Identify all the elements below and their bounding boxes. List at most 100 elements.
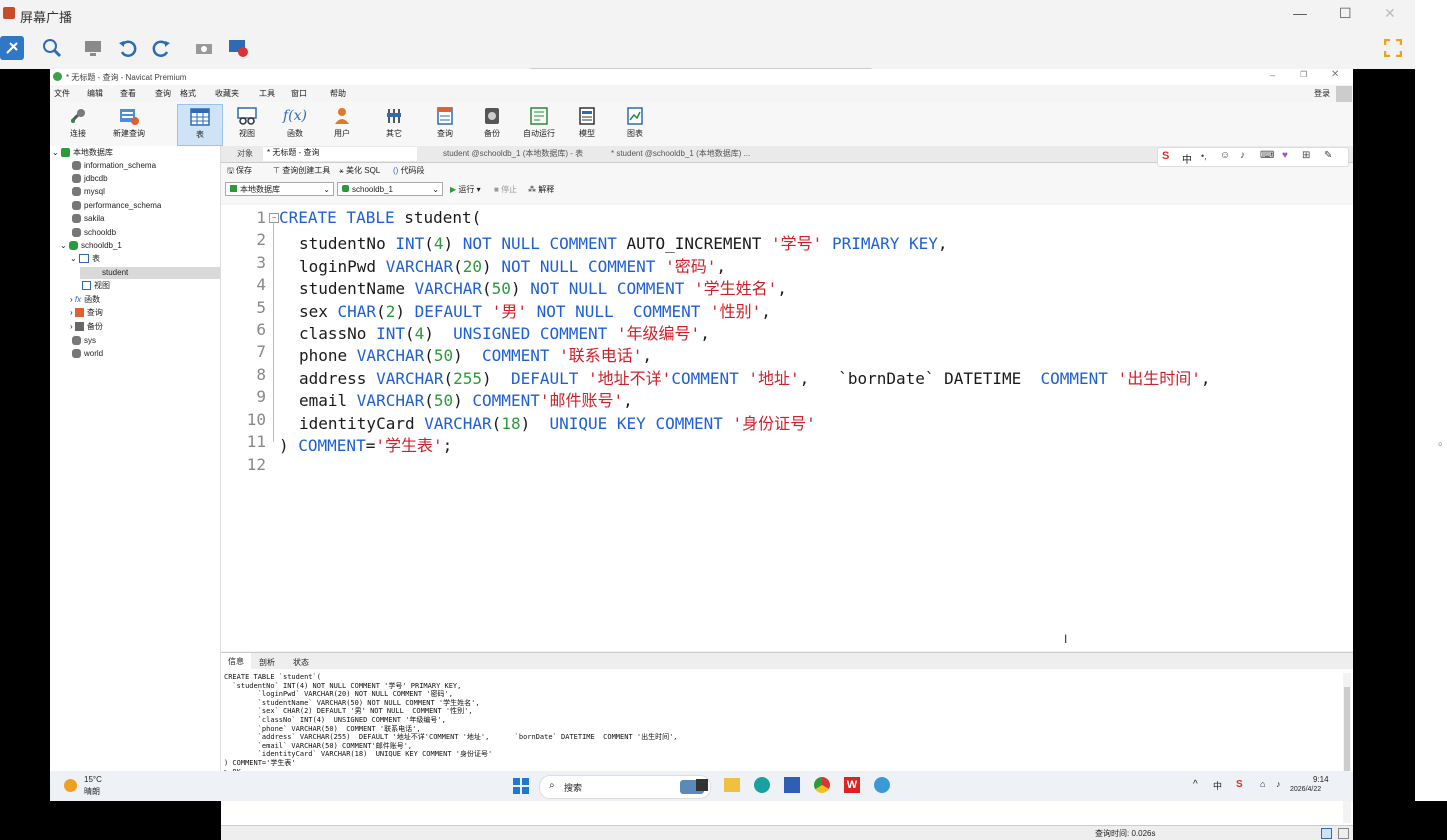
maximize-button[interactable]: ☐: [1339, 5, 1352, 22]
scrollbar-thumb[interactable]: [1344, 687, 1350, 779]
minimize-button[interactable]: —: [1293, 5, 1307, 21]
clock-time[interactable]: 9:14: [1313, 775, 1329, 784]
tree-tables[interactable]: ⌄ 表: [70, 253, 100, 265]
connection-select[interactable]: 本地数据库 ⌄: [225, 182, 334, 196]
volume-icon[interactable]: ♪: [1276, 779, 1281, 789]
emoji-icon[interactable]: ☺: [1220, 150, 1230, 161]
sogou-tray-icon[interactable]: S: [1236, 779, 1243, 790]
undo-icon[interactable]: [115, 36, 139, 60]
weather-temp[interactable]: 15°C: [84, 775, 102, 784]
edge-icon[interactable]: [754, 777, 770, 793]
keyboard-icon[interactable]: ⌨: [1260, 150, 1274, 161]
menu-edit[interactable]: 编辑: [87, 88, 103, 99]
toolbar-view[interactable]: 视图: [225, 104, 269, 144]
save-button[interactable]: 🖫 保存: [227, 165, 252, 179]
zoom-icon[interactable]: [40, 36, 64, 60]
menu-view[interactable]: 查看: [120, 88, 136, 99]
database-select[interactable]: schooldb_1 ⌄: [337, 182, 443, 196]
nav-maximize-button[interactable]: ❐: [1300, 70, 1307, 79]
tree-db-performance-schema[interactable]: performance_schema: [72, 200, 161, 212]
tree-table-student[interactable]: student: [80, 267, 220, 279]
tree-queries[interactable]: › 查询: [70, 307, 103, 319]
menu-file[interactable]: 文件: [54, 88, 70, 99]
tab-student-table[interactable]: student @schooldb_1 (本地数据库) - 表: [443, 148, 583, 161]
tree-db-world[interactable]: world: [72, 348, 103, 360]
toolbar-backup[interactable]: 备份: [470, 104, 514, 144]
mic-icon[interactable]: ♪: [1240, 150, 1245, 161]
record-icon[interactable]: [226, 36, 250, 60]
layout-split-icon[interactable]: [1321, 828, 1332, 839]
tree-views[interactable]: 视图: [82, 280, 110, 292]
tree-backups[interactable]: › 备份: [70, 321, 103, 333]
ime-lang[interactable]: 中: [1182, 151, 1192, 166]
sql-editor[interactable]: 1 2 3 4 5 6 7 8 9 10 11 12 − CREATE TABL…: [221, 205, 1353, 651]
result-output[interactable]: CREATE TABLE `student`( `studentNo` INT(…: [221, 669, 1353, 825]
sogou-icon[interactable]: S: [1162, 150, 1169, 162]
ime-indicator[interactable]: 中: [1213, 779, 1222, 792]
skin-icon[interactable]: ♥: [1282, 150, 1288, 161]
toolbar-query[interactable]: 查询: [423, 104, 467, 144]
close-button[interactable]: ✕: [1384, 5, 1396, 22]
menu-help[interactable]: 帮助: [330, 88, 346, 99]
tab-profile[interactable]: 剖析: [259, 657, 275, 668]
tree-db-jdbcdb[interactable]: jdbcdb: [72, 173, 108, 185]
punctuation-icon[interactable]: •,: [1201, 151, 1207, 161]
pin-icon[interactable]: [0, 36, 24, 60]
wps-icon[interactable]: W: [844, 777, 860, 793]
query-builder-button[interactable]: ⊤ 查询创建工具: [273, 165, 330, 176]
tree-db-schooldb-1[interactable]: ⌄ schooldb_1: [60, 240, 122, 252]
tree-db-mysql[interactable]: mysql: [72, 186, 105, 198]
menu-favorites[interactable]: 收藏夹: [215, 88, 239, 99]
tree-db-information-schema[interactable]: information_schema: [72, 160, 156, 172]
toolbar-table[interactable]: 表: [177, 104, 223, 146]
toolbar-new-query[interactable]: 新建查询: [107, 104, 151, 144]
explain-button[interactable]: ⁂ 解释: [528, 184, 554, 195]
tree-functions[interactable]: › fx 函数: [70, 294, 100, 306]
weather-sun-icon[interactable]: [64, 779, 77, 792]
clock-date[interactable]: 2026/4/22: [1290, 786, 1321, 793]
chrome-icon[interactable]: [814, 777, 830, 793]
nav-close-button[interactable]: ✕: [1331, 69, 1339, 80]
tab-status[interactable]: 状态: [293, 657, 309, 668]
run-button[interactable]: ▶ 运行 ▾: [450, 184, 481, 195]
task-view-icon[interactable]: [696, 779, 708, 791]
monitor-icon[interactable]: [81, 36, 105, 60]
network-icon[interactable]: ⌂: [1260, 779, 1265, 789]
tree-db-schooldb[interactable]: schooldb: [72, 227, 116, 239]
menu-window[interactable]: 窗口: [291, 88, 307, 99]
fullscreen-icon[interactable]: [1381, 36, 1405, 60]
fold-icon[interactable]: −: [269, 213, 279, 223]
snippet-button[interactable]: () 代码段: [393, 165, 425, 176]
toolbar-function[interactable]: f(x) 函数: [273, 104, 317, 144]
menu-format[interactable]: 格式: [180, 88, 196, 99]
tree-root[interactable]: ⌄ 本地数据库: [52, 147, 113, 159]
menu-query[interactable]: 查询: [155, 88, 171, 99]
tab-query[interactable]: * 无标题 - 查询: [263, 147, 417, 161]
more-icon[interactable]: ✎: [1324, 150, 1332, 161]
login-link[interactable]: 登录: [1314, 88, 1330, 99]
app-icon[interactable]: [874, 777, 890, 793]
store-icon[interactable]: [784, 777, 800, 793]
weather-text[interactable]: 晴朗: [84, 786, 100, 797]
tab-student-design[interactable]: * student @schooldb_1 (本地数据库) ...: [611, 148, 750, 161]
toolbar-user[interactable]: 用户: [320, 104, 364, 144]
camera-icon[interactable]: [192, 36, 216, 60]
redo-icon[interactable]: [150, 36, 174, 60]
beautify-sql-button[interactable]: ⚹ 美化 SQL: [339, 165, 380, 176]
layout-full-icon[interactable]: [1338, 828, 1349, 839]
toolbar-model[interactable]: 模型: [565, 104, 609, 144]
tab-objects[interactable]: 对象: [237, 148, 253, 161]
file-explorer-icon[interactable]: [724, 778, 740, 792]
menu-tools[interactable]: 工具: [259, 88, 275, 99]
grid-icon[interactable]: ⊞: [1302, 150, 1310, 161]
start-icon[interactable]: [513, 778, 529, 794]
toolbar-chart[interactable]: 图表: [613, 104, 657, 144]
toolbar-auto-run[interactable]: 自动运行: [517, 104, 561, 144]
chevron-up-icon[interactable]: ^: [1193, 779, 1198, 790]
toolbar-other[interactable]: 其它: [372, 104, 416, 144]
tab-info[interactable]: 信息: [221, 653, 251, 670]
tree-db-sys[interactable]: sys: [72, 335, 96, 347]
avatar-icon[interactable]: [1336, 86, 1352, 102]
toolbar-connect[interactable]: 连接: [56, 104, 100, 144]
stop-button[interactable]: ■ 停止: [494, 184, 517, 195]
